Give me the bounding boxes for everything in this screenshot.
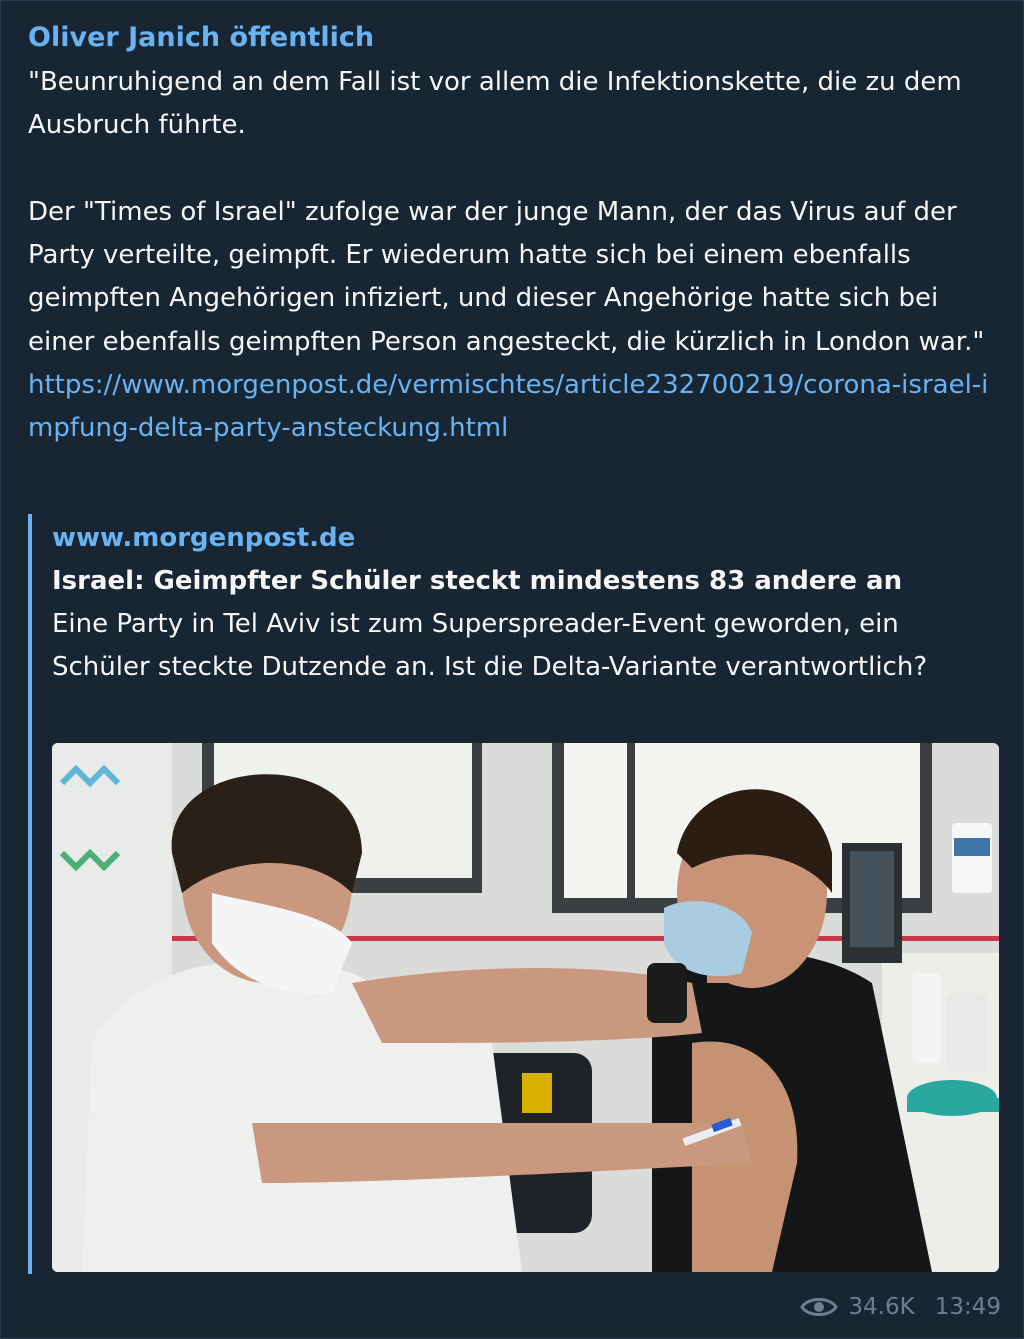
preview-site-name[interactable]: www.morgenpost.de <box>52 519 355 557</box>
message-time: 13:49 <box>934 1294 1001 1320</box>
message-text: "Beunruhigend an dem Fall ist vor allem … <box>28 61 1003 451</box>
view-count: 34.6K <box>848 1294 915 1320</box>
sender-name[interactable]: Oliver Janich öffentlich <box>28 19 374 57</box>
preview-description: Eine Party in Tel Aviv ist zum Superspre… <box>52 609 928 683</box>
message-bubble: Oliver Janich öffentlich "Beunruhigend a… <box>0 0 1024 1339</box>
message-paragraph: "Beunruhigend an dem Fall ist vor allem … <box>28 67 962 141</box>
message-meta: 34.6K 13:49 <box>800 1289 1001 1325</box>
eye-icon <box>800 1298 839 1316</box>
article-link[interactable]: https://www.morgenpost.de/vermischtes/ar… <box>28 370 988 443</box>
preview-title: Israel: Geimpfter Schüler steckt mindest… <box>52 566 903 596</box>
link-preview[interactable]: www.morgenpost.de Israel: Geimpfter Schü… <box>28 514 1003 1274</box>
preview-photo[interactable] <box>52 743 999 1272</box>
preview-accent-bar <box>28 514 32 1274</box>
message-paragraph: Der "Times of Israel" zufolge war der ju… <box>28 196 985 357</box>
